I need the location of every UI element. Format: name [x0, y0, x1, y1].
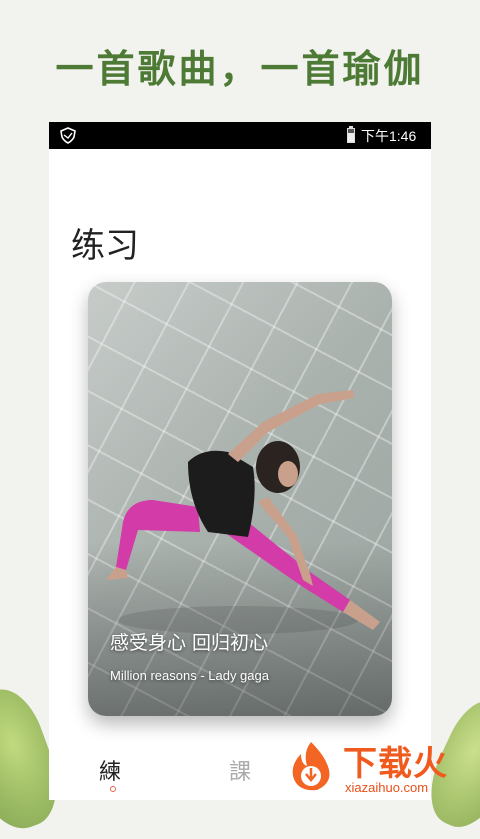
promo-headline: 一首歌曲，一首瑜伽 [55, 46, 425, 91]
tab-practice[interactable]: 練 [99, 754, 121, 786]
active-tab-indicator [110, 786, 116, 792]
shield-icon [60, 127, 76, 144]
page-title: 练习 [71, 226, 139, 266]
status-time: 下午1:46 [361, 128, 417, 144]
watermark-domain: xiazaihuo.com [345, 780, 429, 795]
practice-card[interactable]: 感受身心 回归初心 Million reasons - Lady gaga [88, 282, 392, 716]
card-title: 感受身心 回归初心 [110, 632, 269, 654]
battery-icon [347, 126, 355, 143]
watermark-brand: 下载火 [343, 744, 448, 784]
phone-screen: 下午1:46 练习 感受身心 回归初心 Million reasons - La… [49, 122, 431, 800]
card-song: Million reasons - Lady gaga [110, 668, 269, 683]
status-bar: 下午1:46 [49, 122, 431, 149]
watermark: 下载火 xiazaihuo.com [283, 738, 480, 800]
tab-course[interactable]: 課 [229, 754, 251, 786]
flame-logo-icon [292, 742, 330, 791]
